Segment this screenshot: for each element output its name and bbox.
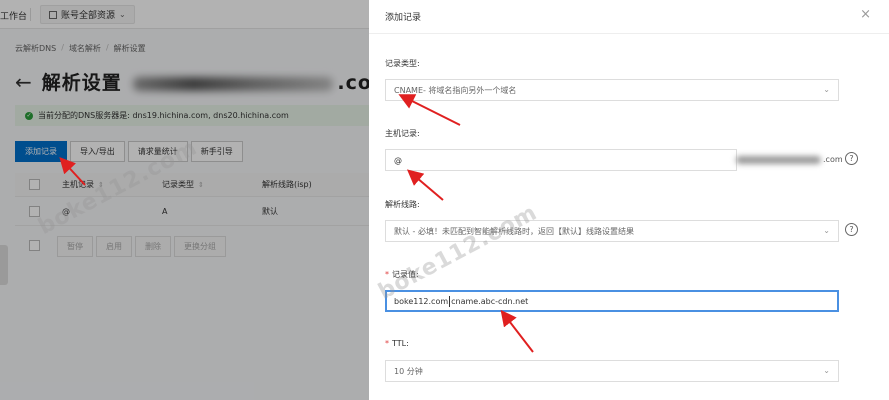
- host-record-label: 主机记录:: [385, 129, 420, 138]
- ttl-select[interactable]: 10 分钟 ⌄: [385, 360, 839, 382]
- redacted-domain: [736, 155, 821, 164]
- record-value-part-b: cname.abc-cdn.net: [451, 296, 529, 306]
- record-value-input[interactable]: boke112.com cname.abc-cdn.net: [385, 290, 839, 312]
- text-cursor: [449, 295, 451, 307]
- line-select[interactable]: 默认 - 必填！未匹配到智能解析线路时，返回【默认】线路设置结果 ⌄: [385, 220, 839, 242]
- chevron-down-icon: ⌄: [823, 366, 830, 375]
- chevron-down-icon: ⌄: [823, 85, 830, 94]
- host-record-input[interactable]: @: [385, 149, 737, 171]
- drawer-title: 添加记录: [385, 13, 422, 23]
- ttl-value: 10 分钟: [394, 366, 423, 376]
- record-type-label: 记录类型:: [385, 59, 420, 68]
- line-label: 解析线路:: [385, 200, 420, 209]
- host-record-value: @: [394, 155, 402, 165]
- record-type-value: CNAME- 将域名指向另外一个域名: [394, 85, 517, 95]
- ttl-label: * TTL:: [385, 339, 409, 348]
- ttl-label-text: TTL:: [392, 339, 409, 348]
- host-domain-suffix: .com: [736, 155, 843, 164]
- help-icon[interactable]: ?: [845, 223, 858, 236]
- record-type-select[interactable]: CNAME- 将域名指向另外一个域名 ⌄: [385, 79, 839, 101]
- host-suffix-text: .com: [823, 155, 843, 164]
- modal-overlay[interactable]: [0, 0, 369, 400]
- record-value-part-a: boke112.com: [394, 296, 449, 306]
- add-record-drawer: 添加记录 × 记录类型: CNAME- 将域名指向另外一个域名 ⌄ 主机记录: …: [369, 0, 889, 400]
- close-icon[interactable]: ×: [860, 7, 871, 22]
- divider: [369, 33, 889, 34]
- chevron-down-icon: ⌄: [823, 226, 830, 235]
- help-icon[interactable]: ?: [845, 152, 858, 165]
- required-mark: *: [385, 339, 389, 348]
